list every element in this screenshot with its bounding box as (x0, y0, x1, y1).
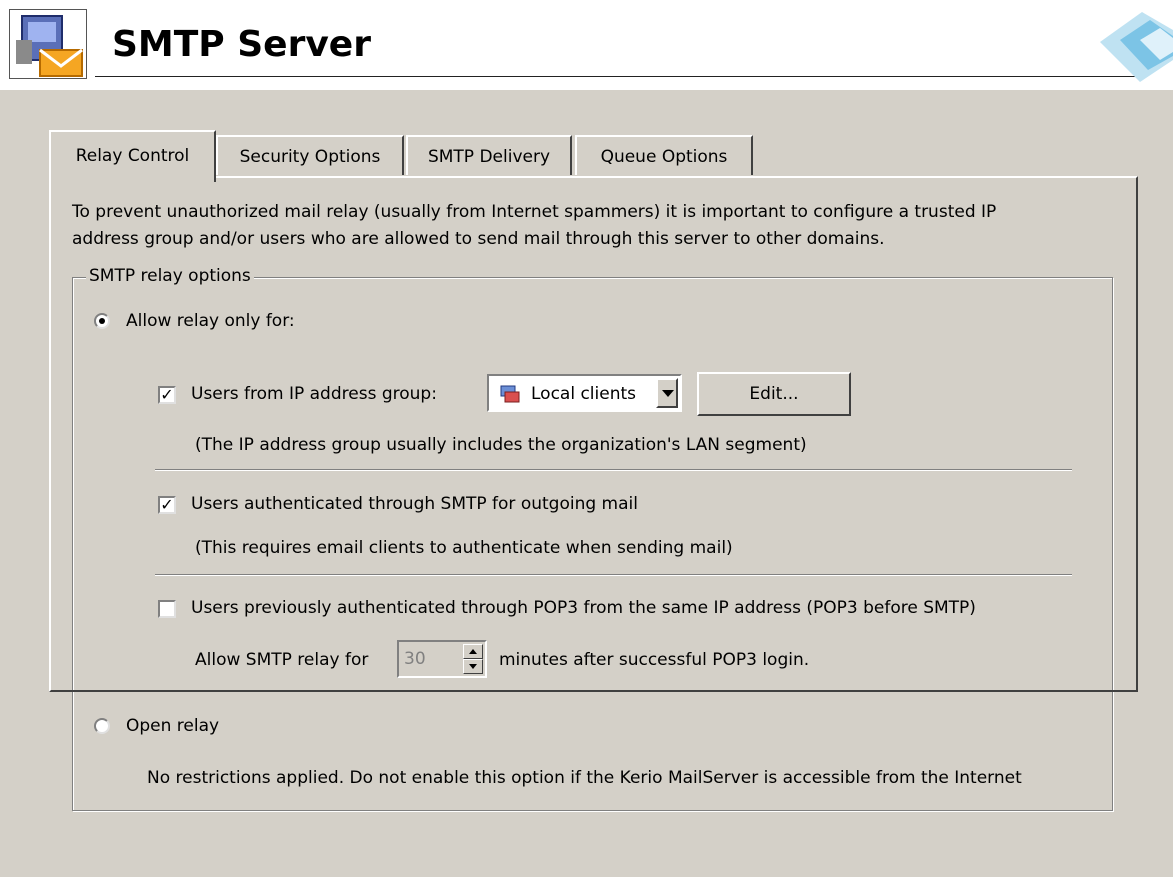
allow-for-label: Allow SMTP relay for (195, 650, 369, 670)
pop3-before-smtp-label: Users previously authenticated through P… (191, 598, 976, 618)
chevron-down-icon[interactable] (656, 378, 678, 408)
spinner-down-icon[interactable] (463, 659, 483, 674)
minutes-spinner[interactable]: 30 (397, 640, 487, 678)
intro-text-line-1: To prevent unauthorized mail relay (usua… (72, 202, 997, 222)
spinner-up-icon[interactable] (463, 644, 483, 659)
separator (155, 574, 1072, 575)
minutes-after-label: minutes after successful POP3 login. (499, 650, 810, 670)
mail-server-icon (9, 9, 87, 79)
pop3-before-smtp-checkbox[interactable] (158, 600, 176, 618)
group-label: SMTP relay options (86, 265, 254, 287)
smtp-auth-note: (This requires email clients to authenti… (195, 538, 733, 558)
open-relay-radio[interactable] (94, 718, 110, 734)
ip-group-selected-value: Local clients (531, 384, 637, 404)
kerio-logo-icon (1080, 0, 1173, 90)
header-divider (95, 76, 1145, 77)
separator (155, 469, 1072, 470)
ip-group-select[interactable]: Local clients (487, 374, 682, 412)
tab-relay-control[interactable]: Relay Control (49, 130, 216, 182)
edit-button[interactable]: Edit... (697, 372, 851, 416)
ip-group-checkbox[interactable]: ✓ (158, 386, 176, 404)
ip-group-label: Users from IP address group: (191, 384, 437, 404)
header-banner: SMTP Server (0, 0, 1173, 90)
radio-selected-dot (99, 318, 105, 324)
allow-relay-label: Allow relay only for: (126, 311, 295, 331)
page-title: SMTP Server (112, 24, 371, 65)
open-relay-note: No restrictions applied. Do not enable t… (147, 768, 1022, 788)
ip-group-note: (The IP address group usually includes t… (195, 435, 807, 455)
address-group-icon (499, 384, 521, 404)
tab-smtp-delivery[interactable]: SMTP Delivery (406, 135, 572, 175)
smtp-auth-checkbox[interactable]: ✓ (158, 496, 176, 514)
intro-text-line-2: address group and/or users who are allow… (72, 229, 885, 249)
smtp-auth-label: Users authenticated through SMTP for out… (191, 494, 638, 514)
tab-queue-options[interactable]: Queue Options (575, 135, 753, 175)
minutes-value: 30 (404, 649, 426, 669)
tab-security-options[interactable]: Security Options (216, 135, 404, 175)
open-relay-label: Open relay (126, 716, 220, 736)
allow-relay-radio[interactable] (94, 313, 110, 329)
